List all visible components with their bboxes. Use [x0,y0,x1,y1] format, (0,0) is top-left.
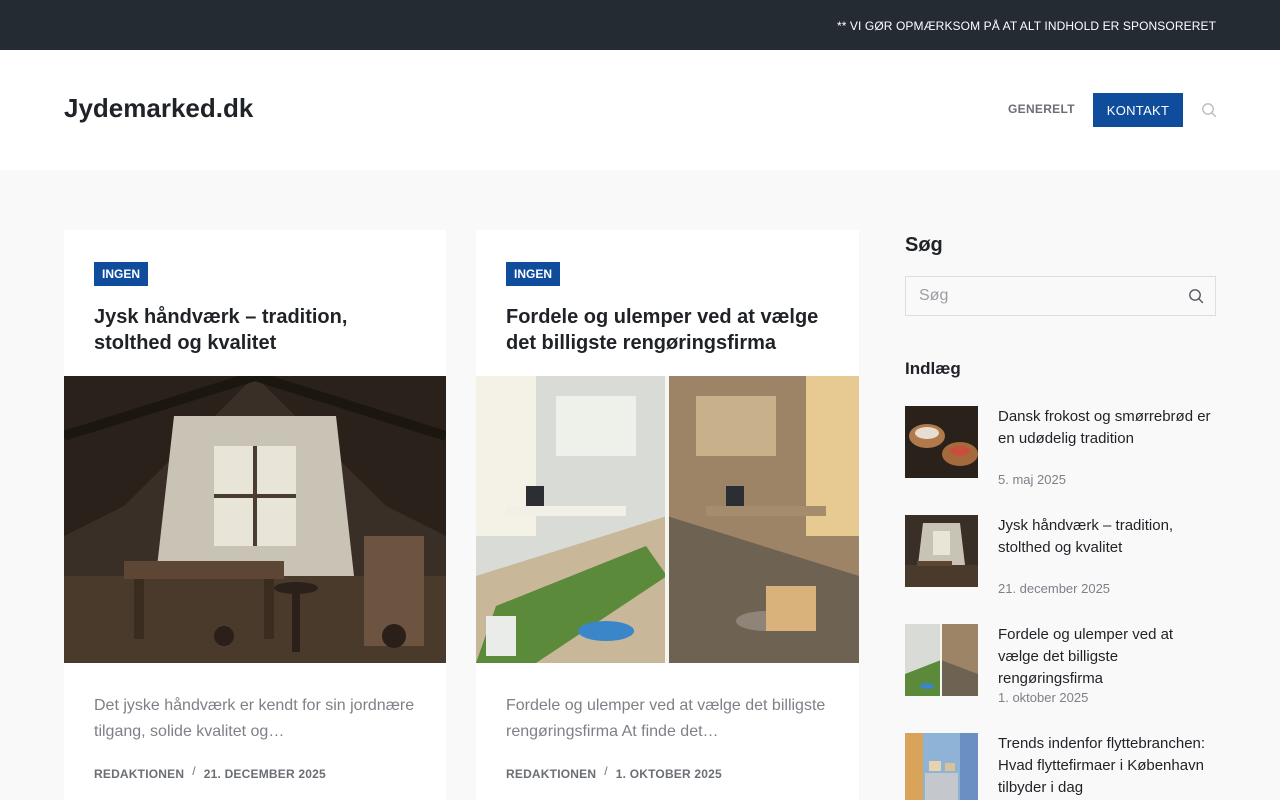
recent-post-title[interactable]: Trends indenfor flyttebranchen: Hvad fly… [998,733,1216,799]
post-author[interactable]: REDAKTIONEN [506,767,596,781]
recent-post-title[interactable]: Fordele og ulemper ved at vælge det bill… [998,624,1216,690]
post-date: 21. DECEMBER 2025 [203,767,326,781]
post-thumbnail[interactable] [905,515,978,587]
recent-post-item[interactable]: Fordele og ulemper ved at vælge det bill… [905,624,1216,724]
recent-post-item[interactable]: Dansk frokost og smørrebrød er en udødel… [905,406,1216,506]
post-title[interactable]: Jysk håndværk – tradition, stolthed og k… [94,304,414,356]
meta-separator: / [604,764,608,778]
sidebar-search-box [905,276,1216,316]
post-image-workshop[interactable] [64,376,446,663]
recent-post-item[interactable]: Trends indenfor flyttebranchen: Hvad fly… [905,733,1216,800]
post-thumbnail[interactable] [905,624,978,696]
post-image-office-cleaning[interactable] [476,376,859,663]
recent-post-title[interactable]: Dansk frokost og smørrebrød er en udødel… [998,406,1216,450]
post-excerpt: Fordele og ulemper ved at vælge det bill… [506,697,826,740]
post-thumbnail[interactable] [905,406,978,478]
post-card: INGEN Jysk håndværk – tradition, stolthe… [64,230,446,800]
post-excerpt: Det jyske håndværk er kendt for sin jord… [94,697,415,740]
post-meta: REDAKTIONEN / 1. OKTOBER 2025 [506,764,722,781]
search-widget-title: Søg [905,234,943,256]
category-badge[interactable]: INGEN [506,262,561,286]
site-header: Jydemarked.dk GENERELT KONTAKT [0,50,1280,170]
recent-post-item[interactable]: Jysk håndværk – tradition, stolthed og k… [905,515,1216,615]
nav-item-kontakt[interactable]: KONTAKT [1093,93,1183,127]
post-title[interactable]: Fordele og ulemper ved at vælge det bill… [506,304,826,356]
recent-post-title[interactable]: Jysk håndværk – tradition, stolthed og k… [998,515,1216,559]
search-icon[interactable] [1188,288,1204,304]
post-date: 1. OKTOBER 2025 [615,767,722,781]
site-title[interactable]: Jydemarked.dk [64,93,253,124]
post-card: INGEN Fordele og ulemper ved at vælge de… [476,230,859,800]
recent-post-date: 5. maj 2025 [998,472,1066,487]
recent-posts-title: Indlæg [905,359,961,378]
search-input[interactable] [906,277,1176,315]
meta-separator: / [192,764,196,778]
nav-item-generelt[interactable]: GENERELT [1008,102,1075,116]
recent-post-date: 21. december 2025 [998,581,1111,596]
post-meta: REDAKTIONEN / 21. DECEMBER 2025 [94,764,326,781]
recent-post-date: 1. oktober 2025 [998,690,1089,705]
sponsored-notice: ** VI GØR OPMÆRKSOM PÅ AT ALT INDHOLD ER… [836,19,1216,33]
category-badge[interactable]: INGEN [94,262,149,286]
search-icon[interactable] [1201,102,1217,118]
post-thumbnail[interactable] [905,733,978,800]
top-notice-bar: ** VI GØR OPMÆRKSOM PÅ AT ALT INDHOLD ER… [0,0,1280,50]
post-author[interactable]: REDAKTIONEN [94,767,184,781]
